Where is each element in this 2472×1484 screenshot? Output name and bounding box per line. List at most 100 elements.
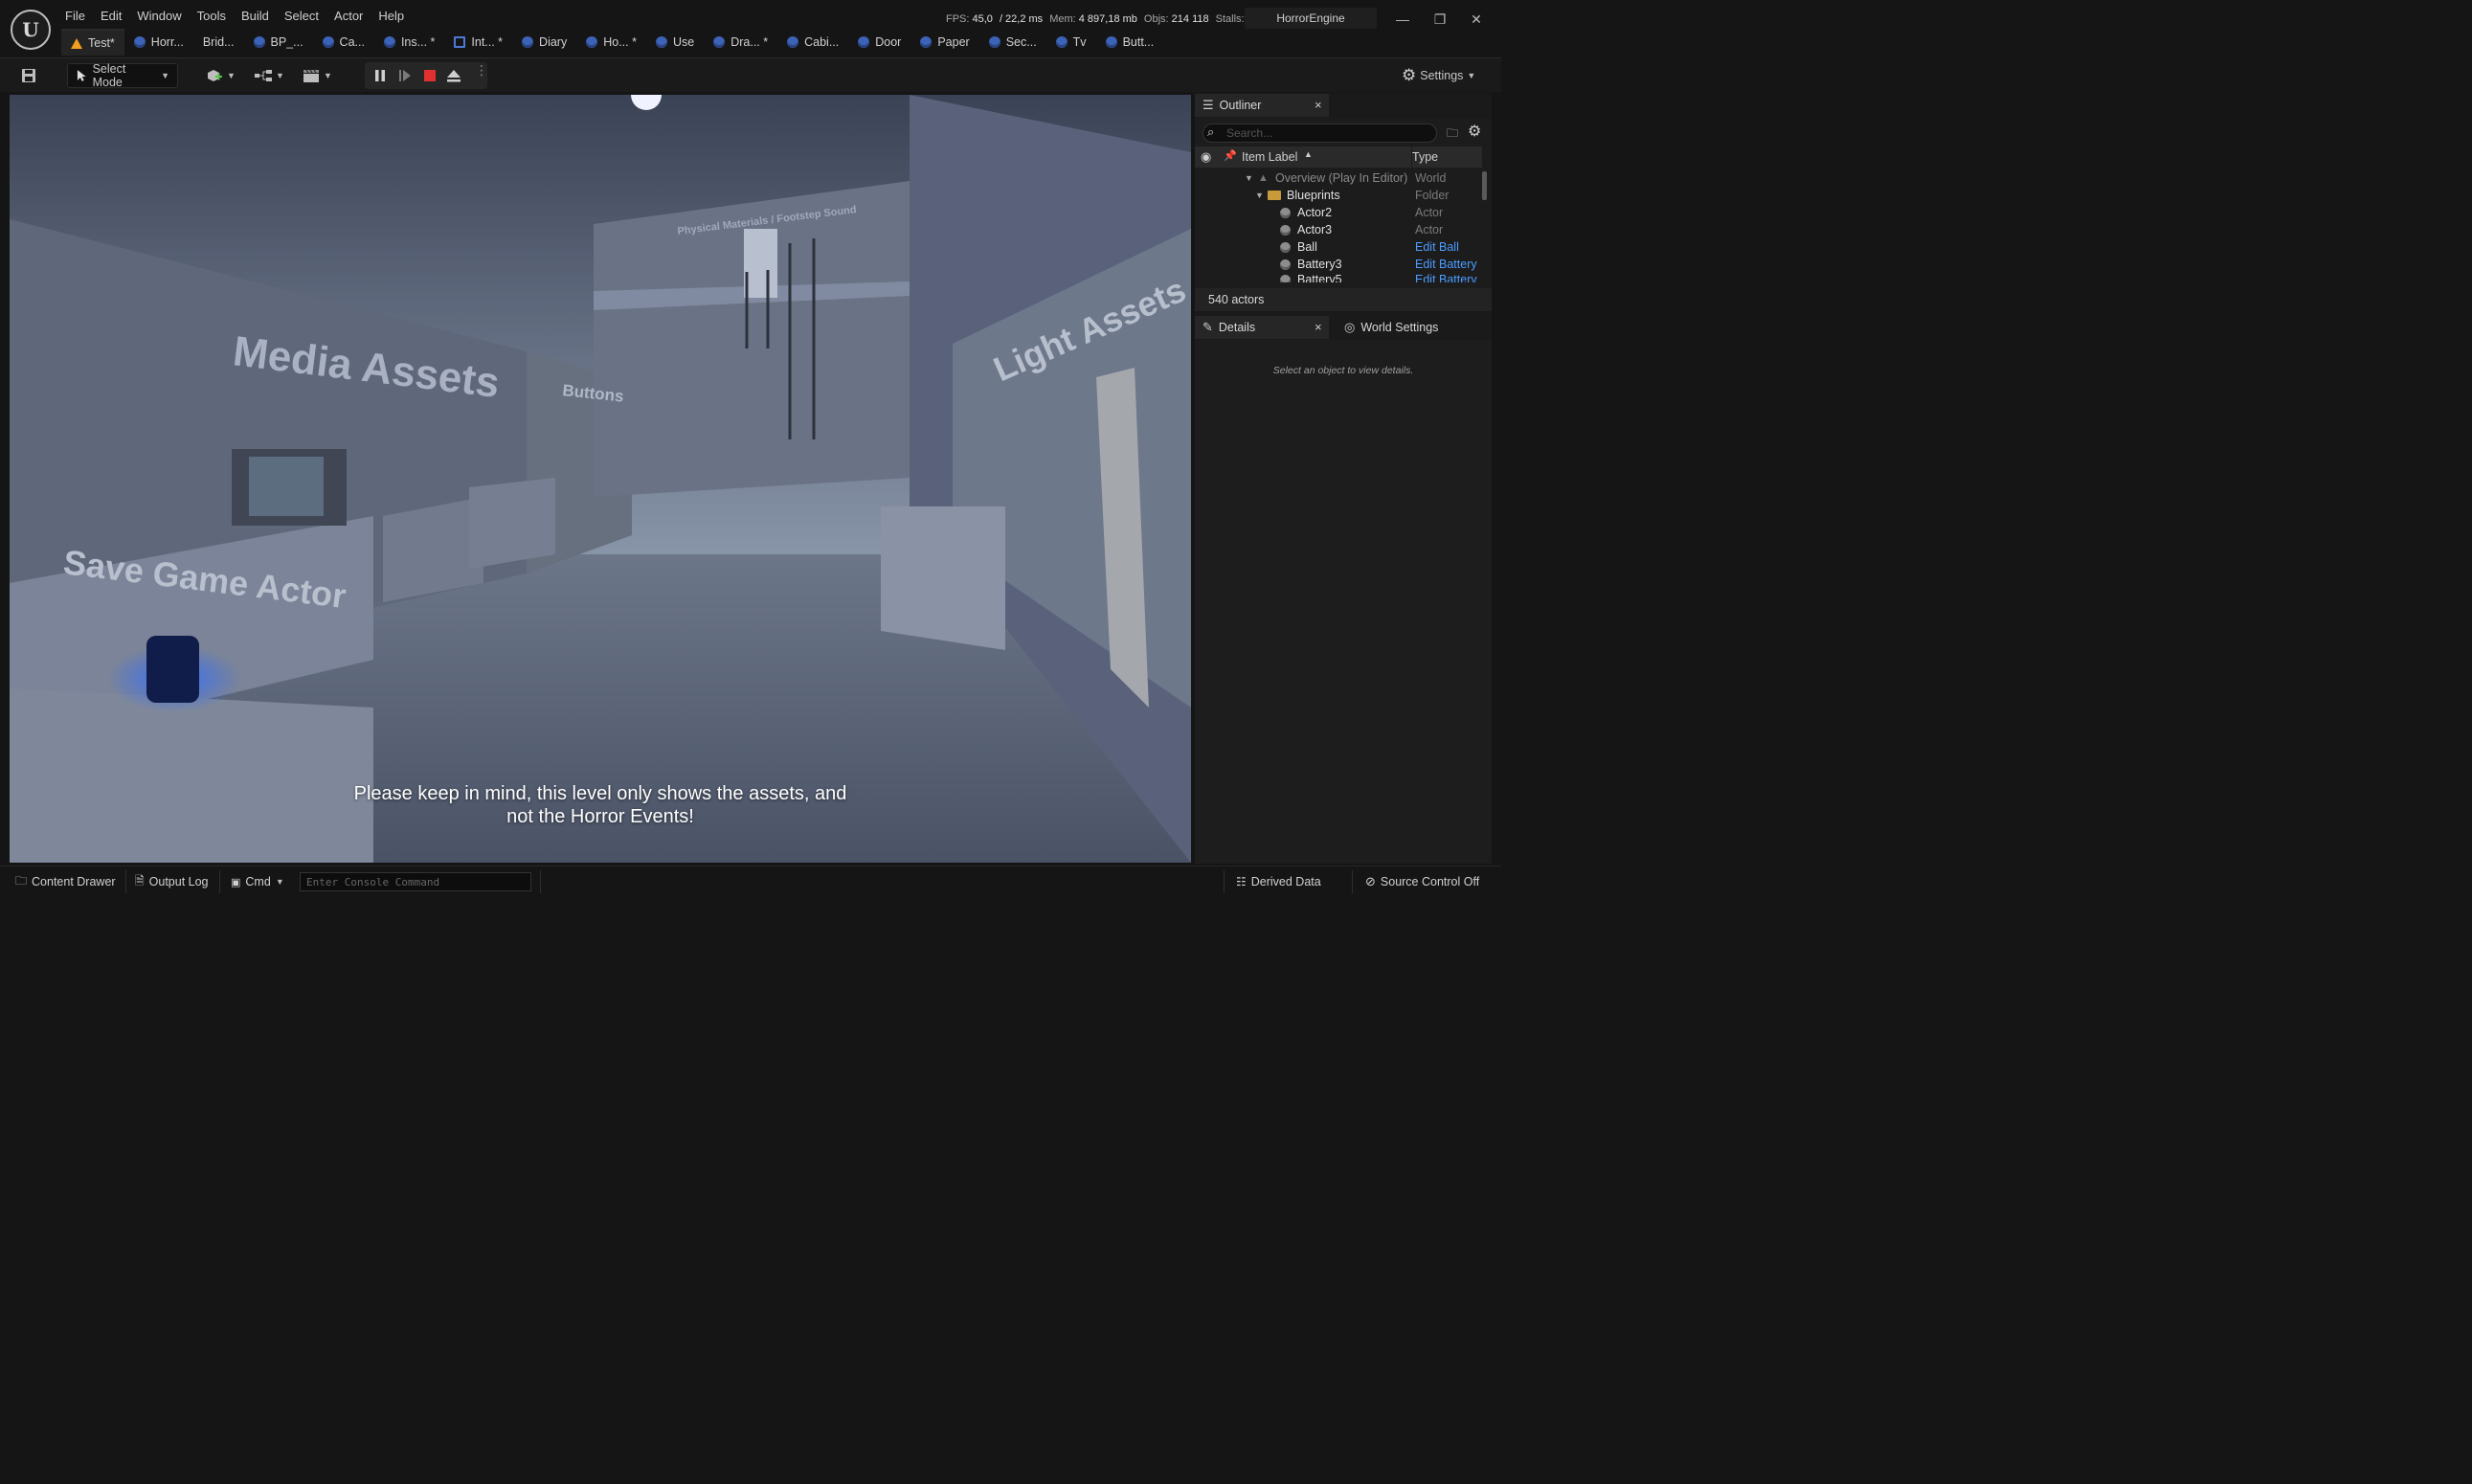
details-close-icon[interactable]: × <box>1315 320 1322 334</box>
output-log-icon: 🗎 <box>135 873 145 888</box>
tab-document[interactable]: Door <box>848 29 910 56</box>
tab-document[interactable]: Ho... * <box>576 29 646 56</box>
expand-arrow-icon[interactable]: ▼ <box>1255 191 1264 200</box>
select-mode-dropdown[interactable]: Select Mode ▼ <box>67 62 178 89</box>
visibility-eye-icon[interactable]: ◉ <box>1201 149 1211 165</box>
level-icon <box>71 37 82 49</box>
menu-window[interactable]: Window <box>129 6 189 27</box>
save-icon[interactable] <box>21 63 36 88</box>
tab-document[interactable]: Butt... <box>1096 29 1164 56</box>
edit-blueprint-link[interactable]: Edit Ball <box>1415 240 1459 254</box>
restore-icon[interactable]: ❐ <box>1426 8 1454 31</box>
tab-document[interactable]: Int... * <box>444 29 512 56</box>
tab-label: BP_... <box>270 35 303 49</box>
derived-data-button[interactable]: ☷ Derived Data <box>1236 870 1321 893</box>
outliner-scrollbar[interactable] <box>1482 171 1487 200</box>
tab-document[interactable]: Horr... <box>124 29 193 56</box>
tab-document[interactable]: Test* <box>61 29 124 56</box>
outliner-settings-gear-icon[interactable]: ⚙ <box>1468 122 1481 141</box>
select-cursor-icon <box>77 70 86 81</box>
world-settings-title: World Settings <box>1360 321 1439 334</box>
menu-actor[interactable]: Actor <box>326 6 371 27</box>
column-item-label[interactable]: Item Label <box>1242 150 1297 164</box>
tab-world-settings[interactable]: ◎ World Settings <box>1337 316 1480 339</box>
level-viewport[interactable]: Media Assets Save Game Actor Buttons Phy… <box>10 95 1191 863</box>
content-drawer-button[interactable]: 🗀 Content Drawer <box>15 870 116 893</box>
cinematics-button[interactable]: ▼ <box>303 63 332 88</box>
blueprints-button[interactable]: ▼ <box>255 63 284 88</box>
menu-file[interactable]: File <box>57 6 93 27</box>
settings-button[interactable]: ⚙ Settings ▼ <box>1402 63 1475 88</box>
menu-help[interactable]: Help <box>371 6 412 27</box>
blueprint-icon <box>253 36 265 48</box>
right-panel: ☰ Outliner × Search... ⌕ 🗀 ⚙ ◉ 📌 Item La… <box>1195 93 1492 864</box>
source-control-button[interactable]: ⊘ Source Control Off <box>1365 870 1479 893</box>
tree-row-type: Actor <box>1415 223 1444 236</box>
gear-icon: ⚙ <box>1402 66 1417 84</box>
blueprint-icon <box>133 36 146 48</box>
pause-icon[interactable] <box>372 68 388 83</box>
tab-document[interactable]: Cabi... <box>777 29 848 56</box>
subtitle-line-2: not the Horror Events! <box>506 806 694 827</box>
close-window-icon[interactable]: ✕ <box>1462 8 1491 31</box>
status-divider <box>1224 870 1225 893</box>
project-name: HorrorEngine <box>1245 8 1377 29</box>
menu-tools[interactable]: Tools <box>190 6 234 27</box>
status-divider <box>125 870 126 893</box>
stop-icon[interactable] <box>422 68 438 83</box>
output-log-label: Output Log <box>148 875 209 888</box>
tab-document[interactable]: Tv <box>1046 29 1096 56</box>
tab-document[interactable]: Ins... * <box>374 29 444 56</box>
performance-stats: FPS: 45,0 / 22,2 ms Mem: 4 897,18 mb Obj… <box>946 13 1253 25</box>
output-log-button[interactable]: 🗎 Output Log <box>135 870 209 893</box>
new-folder-icon[interactable]: 🗀 <box>1447 124 1458 145</box>
tab-label: Paper <box>937 35 970 49</box>
menu-select[interactable]: Select <box>277 6 326 27</box>
tree-row-folder[interactable]: ▼ Blueprints Folder <box>1195 187 1482 204</box>
more-options-icon[interactable]: ⋮ <box>475 63 488 77</box>
tab-document[interactable]: Diary <box>512 29 576 56</box>
console-command-input[interactable]: Enter Console Command <box>300 872 531 891</box>
menu-edit[interactable]: Edit <box>93 6 129 27</box>
main-toolbar: Select Mode ▼ ▼ ▼ ▼ ⋮ ⚙ Settings ▼ <box>0 57 1501 92</box>
pedestal-right <box>881 506 1005 650</box>
tab-document[interactable]: Dra... * <box>704 29 777 56</box>
eject-icon[interactable] <box>446 68 461 83</box>
tab-document[interactable]: Paper <box>910 29 978 56</box>
expand-arrow-icon[interactable]: ▼ <box>1245 173 1253 183</box>
tree-row-actor[interactable]: Battery5 Edit Battery <box>1195 273 1482 282</box>
edit-blueprint-link[interactable]: Edit Battery <box>1415 273 1477 282</box>
tv-screen <box>249 457 324 516</box>
cmd-dropdown[interactable]: ▣ Cmd ▼ <box>231 870 284 893</box>
tree-row-actor[interactable]: Actor2 Actor <box>1195 204 1482 221</box>
minimize-icon[interactable]: — <box>1388 8 1417 31</box>
pin-icon[interactable]: 📌 <box>1224 149 1237 162</box>
step-forward-icon[interactable] <box>397 68 413 83</box>
chevron-down-icon: ▼ <box>1467 71 1476 80</box>
edit-blueprint-link[interactable]: Edit Battery <box>1415 258 1477 271</box>
tab-document[interactable]: BP_... <box>244 29 313 56</box>
tree-row-world[interactable]: ▼ ▲ Overview (Play In Editor) World <box>1195 169 1482 187</box>
tab-label: Door <box>875 35 902 49</box>
outliner-close-icon[interactable]: × <box>1315 98 1322 112</box>
details-empty-hint: Select an object to view details. <box>1272 365 1414 376</box>
unreal-logo-icon[interactable]: U <box>11 10 51 50</box>
tree-row-actor[interactable]: Ball Edit Ball <box>1195 238 1482 256</box>
tab-details[interactable]: ✎ Details <box>1195 316 1329 339</box>
outliner-search-input[interactable]: Search... <box>1202 124 1437 143</box>
tab-document[interactable]: Sec... <box>979 29 1046 56</box>
tab-document[interactable]: Ca... <box>313 29 374 56</box>
add-actor-button[interactable]: ▼ <box>206 63 236 88</box>
column-type[interactable]: Type <box>1412 150 1438 164</box>
tab-outliner[interactable]: ☰ Outliner <box>1195 94 1329 117</box>
blueprint-icon <box>713 36 726 48</box>
viewport-subtitle: Please keep in mind, this level only sho… <box>10 782 1191 828</box>
viewport-scene[interactable]: Media Assets Save Game Actor Buttons Phy… <box>10 95 1191 863</box>
tree-row-actor[interactable]: Battery3 Edit Battery <box>1195 256 1482 273</box>
chevron-down-icon: ▼ <box>161 71 169 80</box>
tab-document[interactable]: Use <box>646 29 704 56</box>
menu-build[interactable]: Build <box>234 6 277 27</box>
chevron-down-icon: ▼ <box>276 71 284 80</box>
tree-row-actor[interactable]: Actor3 Actor <box>1195 221 1482 238</box>
tab-document[interactable]: Brid... <box>193 29 244 56</box>
